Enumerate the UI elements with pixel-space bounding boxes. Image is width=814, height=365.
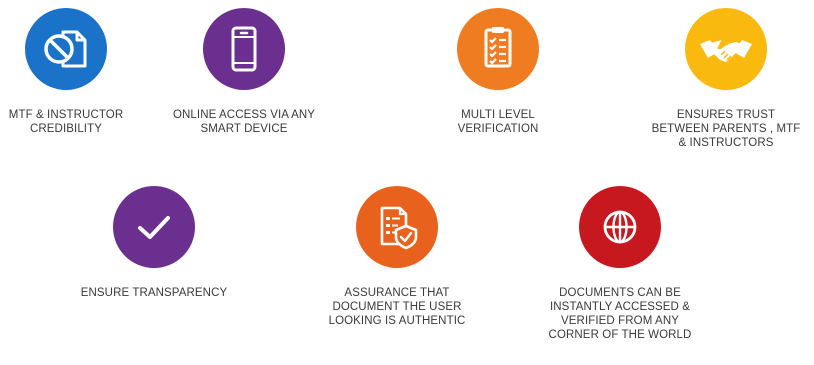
document-ban-icon [44, 30, 87, 68]
feature-caption: MTF & INSTRUCTOR CREDIBILITY [8, 109, 124, 135]
feature-global-access: DOCUMENTS CAN BE INSTANTLY ACCESSED & VE… [520, 186, 720, 342]
authenticity-badge [356, 186, 438, 268]
feature-trust: ENSURES TRUST BETWEEN PARENTS , MTF & IN… [626, 8, 814, 150]
globe-icon [603, 210, 637, 244]
feature-caption: MULTI LEVEL VERIFICATION [457, 109, 539, 135]
feature-authenticity: ASSURANCE THAT DOCUMENT THE USER LOOKING… [297, 186, 497, 328]
feature-transparency: ENSURE TRANSPARENCY [54, 186, 254, 300]
feature-caption: ONLINE ACCESS VIA ANY SMART DEVICE [172, 109, 316, 135]
transparency-badge [113, 186, 195, 268]
feature-caption: ENSURE TRANSPARENCY [80, 287, 228, 299]
global-access-badge [579, 186, 661, 268]
verification-badge [457, 8, 539, 90]
feature-credibility: MTF & INSTRUCTOR CREDIBILITY [0, 8, 166, 136]
feature-caption: ASSURANCE THAT DOCUMENT THE USER LOOKING… [328, 287, 466, 327]
feature-online-access: ONLINE ACCESS VIA ANY SMART DEVICE [144, 8, 344, 136]
feature-caption: DOCUMENTS CAN BE INSTANTLY ACCESSED & VE… [548, 287, 692, 341]
checkmark-icon [138, 216, 170, 239]
document-shield-icon [380, 206, 418, 250]
credibility-badge [25, 8, 107, 90]
handshake-icon [700, 39, 752, 62]
feature-caption: ENSURES TRUST BETWEEN PARENTS , MTF & IN… [651, 109, 801, 149]
feature-multi-level-verification: MULTI LEVEL VERIFICATION [398, 8, 598, 136]
checklist-icon [484, 27, 512, 68]
smartphone-icon [231, 26, 257, 72]
trust-badge [685, 8, 767, 90]
online-access-badge [203, 8, 285, 90]
